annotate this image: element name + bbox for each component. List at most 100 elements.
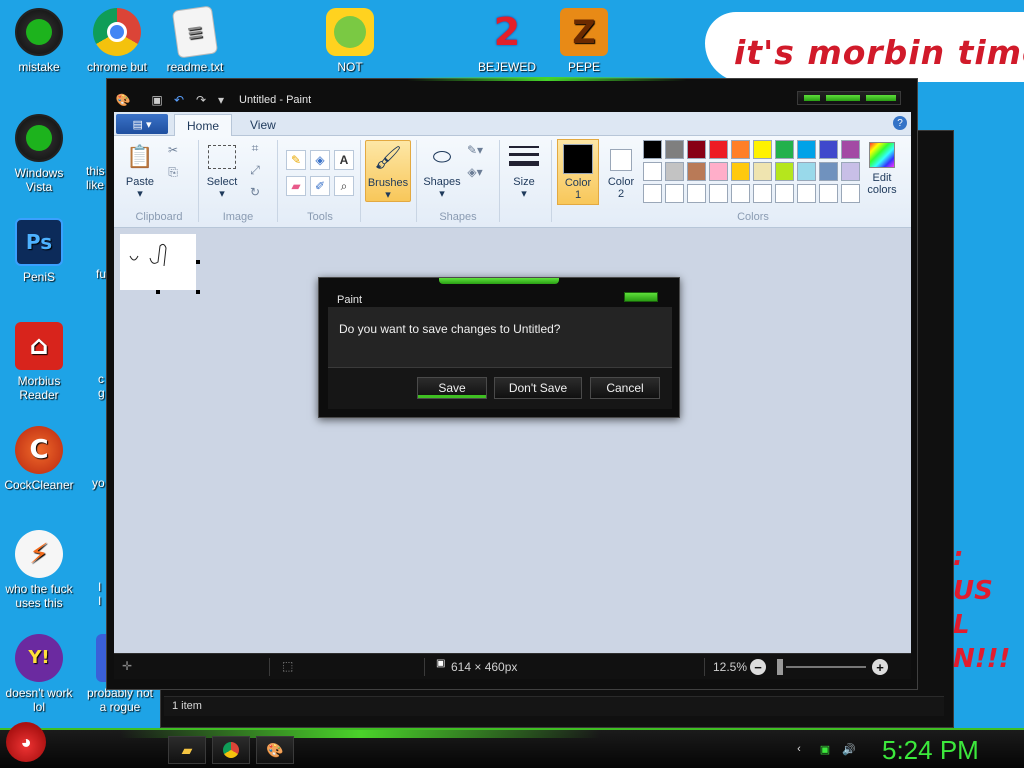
rotate-icon[interactable]: ↻	[246, 184, 264, 200]
tab-view[interactable]: View	[238, 114, 288, 136]
clock[interactable]: 5:24 PM	[882, 735, 979, 766]
color2-button[interactable]: Color 2	[602, 139, 640, 205]
title-bar[interactable]: 🎨 ▣ ↶ ↷ ▾ Untitled - Paint	[107, 87, 917, 113]
palette-swatch[interactable]	[841, 184, 860, 203]
desktop-icon-windows-vista[interactable]: Windows Vista	[0, 114, 81, 194]
desktop-icon-mistake[interactable]: mistake	[0, 8, 81, 74]
redo-icon[interactable]: ↷	[193, 92, 209, 108]
paint-app-icon[interactable]: 🎨	[115, 92, 131, 108]
desktop-icon-morbius-reader[interactable]: ⌂ Morbius Reader	[0, 322, 81, 402]
pencil-icon[interactable]: ✎	[286, 150, 306, 170]
desktop-icon-penis[interactable]: Ps PeniS	[0, 218, 81, 284]
cancel-button[interactable]: Cancel	[590, 377, 660, 399]
desktop-icon-pepe[interactable]: Z PEPE	[542, 8, 626, 74]
crop-icon[interactable]: ⌗	[246, 140, 264, 156]
outline-icon[interactable]: ✎▾	[466, 142, 484, 158]
brushes-button[interactable]: 🖌 Brushes ▾	[365, 140, 411, 202]
color1-button[interactable]: Color 1	[557, 139, 599, 205]
palette-swatch[interactable]	[665, 184, 684, 203]
paste-button[interactable]: 📋 Paste ▾	[120, 142, 160, 201]
palette-swatch[interactable]	[775, 184, 794, 203]
text-icon[interactable]: A	[334, 150, 354, 170]
palette-swatch[interactable]	[731, 184, 750, 203]
palette-swatch[interactable]	[819, 140, 838, 159]
dont-save-button[interactable]: Don't Save	[494, 377, 582, 399]
desktop-icon-bejewed[interactable]: 2 BEJEWED	[465, 8, 549, 74]
magnifier-icon[interactable]: ⌕	[334, 176, 354, 196]
fill-icon[interactable]: ◈	[310, 150, 330, 170]
resize-icon[interactable]: ⤢	[246, 162, 264, 178]
palette-swatch[interactable]	[797, 184, 816, 203]
save-changes-dialog[interactable]: Paint Do you want to save changes to Unt…	[318, 277, 680, 418]
start-button[interactable]: ◕	[6, 722, 46, 762]
maximize-button[interactable]	[826, 95, 860, 101]
zoom-in-button[interactable]: +	[872, 659, 888, 675]
palette-swatch[interactable]	[709, 162, 728, 181]
palette-swatch[interactable]	[775, 162, 794, 181]
fill-shape-icon[interactable]: ◈▾	[466, 164, 484, 180]
palette-swatch[interactable]	[643, 184, 662, 203]
color-picker-icon[interactable]: ✐	[310, 176, 330, 196]
palette-swatch[interactable]	[709, 140, 728, 159]
palette-swatch[interactable]	[819, 184, 838, 203]
palette-swatch[interactable]	[665, 162, 684, 181]
palette-swatch[interactable]	[731, 162, 750, 181]
palette-swatch[interactable]	[753, 140, 772, 159]
palette-swatch[interactable]	[841, 140, 860, 159]
palette-swatch[interactable]	[643, 140, 662, 159]
eraser-icon[interactable]: ▰	[286, 176, 306, 196]
palette-swatch[interactable]	[797, 140, 816, 159]
size-button[interactable]: Size ▾	[504, 142, 544, 200]
desktop-icon-cockcleaner[interactable]: C CockCleaner	[0, 426, 81, 492]
palette-swatch[interactable]	[687, 184, 706, 203]
desktop-icon-readme[interactable]: ≡ readme.txt	[153, 5, 237, 74]
desktop-icon-chrome[interactable]: chrome but nor	[75, 8, 159, 88]
select-label: Select	[206, 176, 238, 188]
desktop-icon-not[interactable]: NOT	[308, 8, 392, 74]
palette-swatch[interactable]	[687, 162, 706, 181]
taskbar-item-paint[interactable]: 🎨	[256, 736, 294, 764]
copy-icon[interactable]: ⎘	[164, 164, 182, 180]
palette-swatch[interactable]	[819, 162, 838, 181]
desktop-icon-who-uses-this[interactable]: ⚡ who the fuck uses this	[0, 530, 81, 610]
palette-swatch[interactable]	[643, 162, 662, 181]
close-button[interactable]	[866, 95, 896, 101]
cut-icon[interactable]: ✂	[164, 142, 182, 158]
palette-swatch[interactable]	[753, 184, 772, 203]
resize-handle[interactable]	[196, 290, 200, 294]
zoom-slider-thumb[interactable]	[777, 659, 783, 675]
resize-handle[interactable]	[196, 260, 200, 264]
file-menu-button[interactable]: ▤ ▾	[116, 114, 168, 134]
minimize-button[interactable]	[804, 95, 820, 101]
save-button[interactable]: Save	[417, 377, 487, 399]
palette-swatch[interactable]	[665, 140, 684, 159]
shapes-button[interactable]: ⬭ Shapes ▾	[420, 142, 464, 201]
palette-swatch[interactable]	[687, 140, 706, 159]
resize-handle[interactable]	[156, 290, 160, 294]
palette-swatch[interactable]	[775, 140, 794, 159]
dialog-close-button[interactable]	[624, 292, 658, 302]
taskbar-item-chrome[interactable]	[212, 736, 250, 764]
taskbar-item-explorer[interactable]: ▰	[168, 736, 206, 764]
drawing-canvas[interactable]	[120, 234, 196, 290]
volume-icon[interactable]: 🔊	[842, 742, 856, 756]
zoom-out-button[interactable]: −	[750, 659, 766, 675]
palette-swatch[interactable]	[731, 140, 750, 159]
tray-expand-icon[interactable]: ‹	[792, 742, 806, 756]
select-button[interactable]: Select ▾	[202, 142, 242, 200]
desktop-icon-doesnt-work[interactable]: Y! doesn't work lol	[0, 634, 81, 714]
desktop-icon-label: doesn't work lol	[5, 686, 73, 714]
edit-colors-button[interactable]: Edit colors	[862, 142, 902, 196]
zoom-slider[interactable]	[786, 666, 866, 668]
save-icon[interactable]: ▣	[149, 92, 165, 108]
palette-swatch[interactable]	[753, 162, 772, 181]
help-icon[interactable]: ?	[893, 116, 907, 130]
palette-swatch[interactable]	[797, 162, 816, 181]
palette-swatch[interactable]	[709, 184, 728, 203]
palette-swatch[interactable]	[841, 162, 860, 181]
undo-icon[interactable]: ↶	[171, 92, 187, 108]
qat-dropdown-icon[interactable]: ▾	[213, 92, 229, 108]
network-icon[interactable]: ▣	[818, 742, 832, 756]
tab-home[interactable]: Home	[174, 114, 233, 136]
window-controls[interactable]	[797, 91, 901, 105]
